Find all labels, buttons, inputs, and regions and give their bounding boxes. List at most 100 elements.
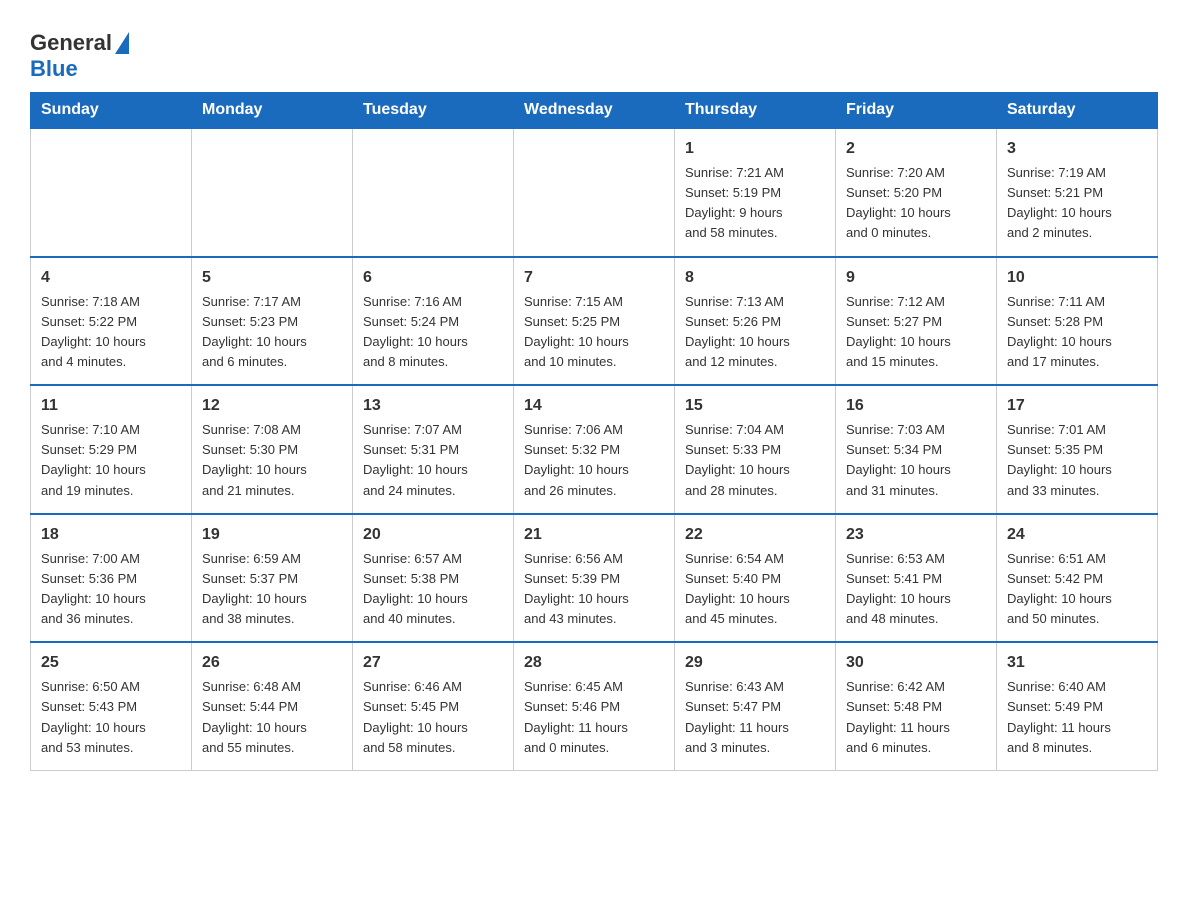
day-info: Sunrise: 7:19 AM Sunset: 5:21 PM Dayligh… [1007, 163, 1147, 244]
calendar-day-2: 2Sunrise: 7:20 AM Sunset: 5:20 PM Daylig… [836, 128, 997, 257]
calendar-day-9: 9Sunrise: 7:12 AM Sunset: 5:27 PM Daylig… [836, 257, 997, 386]
day-info: Sunrise: 7:10 AM Sunset: 5:29 PM Dayligh… [41, 420, 181, 501]
calendar-table: SundayMondayTuesdayWednesdayThursdayFrid… [30, 92, 1158, 771]
calendar-day-11: 11Sunrise: 7:10 AM Sunset: 5:29 PM Dayli… [31, 385, 192, 514]
calendar-week-row: 4Sunrise: 7:18 AM Sunset: 5:22 PM Daylig… [31, 257, 1158, 386]
calendar-day-26: 26Sunrise: 6:48 AM Sunset: 5:44 PM Dayli… [192, 642, 353, 770]
day-number: 12 [202, 394, 342, 418]
calendar-day-23: 23Sunrise: 6:53 AM Sunset: 5:41 PM Dayli… [836, 514, 997, 643]
day-number: 23 [846, 523, 986, 547]
day-number: 4 [41, 266, 181, 290]
day-number: 5 [202, 266, 342, 290]
day-number: 9 [846, 266, 986, 290]
calendar-day-13: 13Sunrise: 7:07 AM Sunset: 5:31 PM Dayli… [353, 385, 514, 514]
calendar-day-5: 5Sunrise: 7:17 AM Sunset: 5:23 PM Daylig… [192, 257, 353, 386]
calendar-day-25: 25Sunrise: 6:50 AM Sunset: 5:43 PM Dayli… [31, 642, 192, 770]
calendar-week-row: 25Sunrise: 6:50 AM Sunset: 5:43 PM Dayli… [31, 642, 1158, 770]
calendar-day-29: 29Sunrise: 6:43 AM Sunset: 5:47 PM Dayli… [675, 642, 836, 770]
day-number: 24 [1007, 523, 1147, 547]
weekday-header-monday: Monday [192, 93, 353, 129]
day-info: Sunrise: 7:11 AM Sunset: 5:28 PM Dayligh… [1007, 292, 1147, 373]
day-info: Sunrise: 6:50 AM Sunset: 5:43 PM Dayligh… [41, 677, 181, 758]
calendar-day-4: 4Sunrise: 7:18 AM Sunset: 5:22 PM Daylig… [31, 257, 192, 386]
day-number: 30 [846, 651, 986, 675]
calendar-day-30: 30Sunrise: 6:42 AM Sunset: 5:48 PM Dayli… [836, 642, 997, 770]
day-info: Sunrise: 6:42 AM Sunset: 5:48 PM Dayligh… [846, 677, 986, 758]
day-info: Sunrise: 7:15 AM Sunset: 5:25 PM Dayligh… [524, 292, 664, 373]
weekday-header-friday: Friday [836, 93, 997, 129]
calendar-day-28: 28Sunrise: 6:45 AM Sunset: 5:46 PM Dayli… [514, 642, 675, 770]
calendar-day-22: 22Sunrise: 6:54 AM Sunset: 5:40 PM Dayli… [675, 514, 836, 643]
calendar-day-15: 15Sunrise: 7:04 AM Sunset: 5:33 PM Dayli… [675, 385, 836, 514]
day-number: 6 [363, 266, 503, 290]
calendar-day-18: 18Sunrise: 7:00 AM Sunset: 5:36 PM Dayli… [31, 514, 192, 643]
calendar-day-empty [192, 128, 353, 257]
calendar-day-8: 8Sunrise: 7:13 AM Sunset: 5:26 PM Daylig… [675, 257, 836, 386]
day-info: Sunrise: 6:45 AM Sunset: 5:46 PM Dayligh… [524, 677, 664, 758]
day-info: Sunrise: 7:06 AM Sunset: 5:32 PM Dayligh… [524, 420, 664, 501]
calendar-week-row: 18Sunrise: 7:00 AM Sunset: 5:36 PM Dayli… [31, 514, 1158, 643]
day-info: Sunrise: 7:01 AM Sunset: 5:35 PM Dayligh… [1007, 420, 1147, 501]
day-info: Sunrise: 6:54 AM Sunset: 5:40 PM Dayligh… [685, 549, 825, 630]
calendar-day-1: 1Sunrise: 7:21 AM Sunset: 5:19 PM Daylig… [675, 128, 836, 257]
day-info: Sunrise: 6:46 AM Sunset: 5:45 PM Dayligh… [363, 677, 503, 758]
day-info: Sunrise: 6:51 AM Sunset: 5:42 PM Dayligh… [1007, 549, 1147, 630]
day-number: 8 [685, 266, 825, 290]
logo-blue: Blue [30, 56, 78, 81]
calendar-week-row: 1Sunrise: 7:21 AM Sunset: 5:19 PM Daylig… [31, 128, 1158, 257]
day-info: Sunrise: 7:07 AM Sunset: 5:31 PM Dayligh… [363, 420, 503, 501]
calendar-day-12: 12Sunrise: 7:08 AM Sunset: 5:30 PM Dayli… [192, 385, 353, 514]
calendar-day-27: 27Sunrise: 6:46 AM Sunset: 5:45 PM Dayli… [353, 642, 514, 770]
calendar-day-empty [514, 128, 675, 257]
day-info: Sunrise: 6:40 AM Sunset: 5:49 PM Dayligh… [1007, 677, 1147, 758]
day-number: 26 [202, 651, 342, 675]
day-number: 11 [41, 394, 181, 418]
calendar-day-19: 19Sunrise: 6:59 AM Sunset: 5:37 PM Dayli… [192, 514, 353, 643]
day-number: 19 [202, 523, 342, 547]
day-number: 14 [524, 394, 664, 418]
day-info: Sunrise: 6:53 AM Sunset: 5:41 PM Dayligh… [846, 549, 986, 630]
day-info: Sunrise: 7:17 AM Sunset: 5:23 PM Dayligh… [202, 292, 342, 373]
day-info: Sunrise: 6:43 AM Sunset: 5:47 PM Dayligh… [685, 677, 825, 758]
day-info: Sunrise: 6:57 AM Sunset: 5:38 PM Dayligh… [363, 549, 503, 630]
weekday-header-wednesday: Wednesday [514, 93, 675, 129]
page-header: GeneralBlue [30, 20, 1158, 82]
calendar-day-10: 10Sunrise: 7:11 AM Sunset: 5:28 PM Dayli… [997, 257, 1158, 386]
weekday-header-thursday: Thursday [675, 93, 836, 129]
calendar-day-3: 3Sunrise: 7:19 AM Sunset: 5:21 PM Daylig… [997, 128, 1158, 257]
logo: GeneralBlue [30, 30, 129, 82]
day-info: Sunrise: 6:48 AM Sunset: 5:44 PM Dayligh… [202, 677, 342, 758]
calendar-day-20: 20Sunrise: 6:57 AM Sunset: 5:38 PM Dayli… [353, 514, 514, 643]
day-info: Sunrise: 7:21 AM Sunset: 5:19 PM Dayligh… [685, 163, 825, 244]
day-info: Sunrise: 6:59 AM Sunset: 5:37 PM Dayligh… [202, 549, 342, 630]
day-info: Sunrise: 7:04 AM Sunset: 5:33 PM Dayligh… [685, 420, 825, 501]
calendar-day-empty [31, 128, 192, 257]
day-info: Sunrise: 7:03 AM Sunset: 5:34 PM Dayligh… [846, 420, 986, 501]
weekday-header-sunday: Sunday [31, 93, 192, 129]
day-number: 15 [685, 394, 825, 418]
weekday-header-tuesday: Tuesday [353, 93, 514, 129]
day-info: Sunrise: 7:08 AM Sunset: 5:30 PM Dayligh… [202, 420, 342, 501]
day-info: Sunrise: 7:13 AM Sunset: 5:26 PM Dayligh… [685, 292, 825, 373]
day-info: Sunrise: 7:12 AM Sunset: 5:27 PM Dayligh… [846, 292, 986, 373]
day-info: Sunrise: 6:56 AM Sunset: 5:39 PM Dayligh… [524, 549, 664, 630]
day-number: 29 [685, 651, 825, 675]
weekday-header-saturday: Saturday [997, 93, 1158, 129]
day-info: Sunrise: 7:18 AM Sunset: 5:22 PM Dayligh… [41, 292, 181, 373]
day-number: 13 [363, 394, 503, 418]
day-info: Sunrise: 7:20 AM Sunset: 5:20 PM Dayligh… [846, 163, 986, 244]
day-number: 25 [41, 651, 181, 675]
day-number: 17 [1007, 394, 1147, 418]
calendar-day-6: 6Sunrise: 7:16 AM Sunset: 5:24 PM Daylig… [353, 257, 514, 386]
calendar-day-21: 21Sunrise: 6:56 AM Sunset: 5:39 PM Dayli… [514, 514, 675, 643]
day-number: 3 [1007, 137, 1147, 161]
calendar-day-31: 31Sunrise: 6:40 AM Sunset: 5:49 PM Dayli… [997, 642, 1158, 770]
logo-general: General [30, 30, 112, 56]
day-number: 22 [685, 523, 825, 547]
calendar-day-7: 7Sunrise: 7:15 AM Sunset: 5:25 PM Daylig… [514, 257, 675, 386]
calendar-day-empty [353, 128, 514, 257]
day-info: Sunrise: 7:00 AM Sunset: 5:36 PM Dayligh… [41, 549, 181, 630]
day-number: 31 [1007, 651, 1147, 675]
day-number: 16 [846, 394, 986, 418]
day-number: 27 [363, 651, 503, 675]
